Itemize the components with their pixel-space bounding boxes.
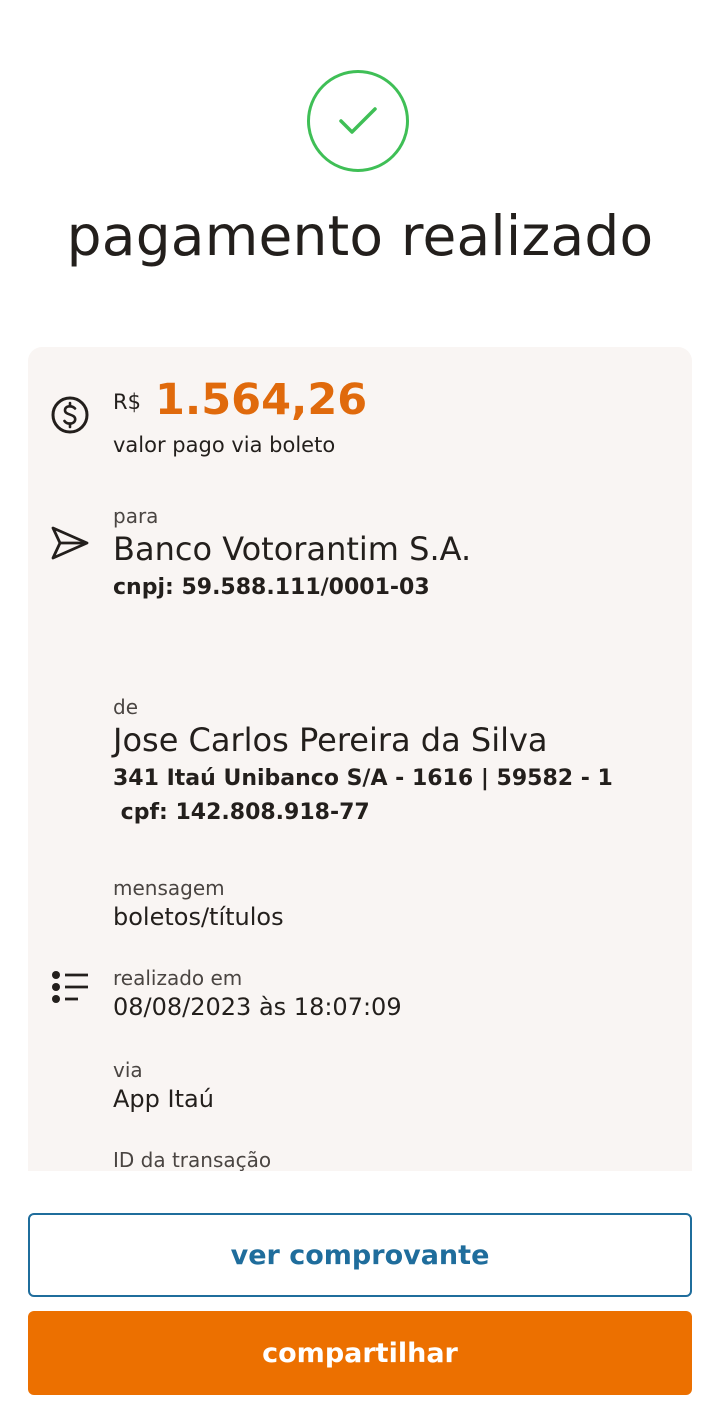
view-receipt-button[interactable]: ver comprovante <box>28 1213 692 1297</box>
payer-name: Jose Carlos Pereira da Silva <box>113 721 548 759</box>
dollar-icon <box>50 395 90 435</box>
date-value: 08/08/2023 às 18:07:09 <box>113 993 402 1021</box>
payer-account: 341 Itaú Unibanco S/A - 1616 | 59582 - 1 <box>113 766 613 791</box>
via-value: App Itaú <box>113 1085 214 1113</box>
message-label: mensagem <box>113 876 225 900</box>
transaction-id-label: ID da transação <box>113 1148 272 1171</box>
via-label: via <box>113 1058 143 1082</box>
checkmark-icon <box>339 107 377 134</box>
list-icon <box>50 967 90 1007</box>
payer-cpf: cpf: 142.808.918-77 <box>113 800 370 825</box>
date-label: realizado em <box>113 966 243 990</box>
check-circle-icon <box>307 70 409 172</box>
payment-amount: 1.564,26 <box>155 375 368 425</box>
amount-label: valor pago via boleto <box>113 433 336 457</box>
payer-label: de <box>113 695 138 719</box>
currency-symbol: R$ <box>113 390 141 414</box>
recipient-cnpj: cnpj: 59.588.111/0001-03 <box>113 575 430 600</box>
recipient-label: para <box>113 504 159 528</box>
recipient-name: Banco Votorantim S.A. <box>113 530 472 568</box>
send-icon <box>50 523 90 563</box>
page-title: pagamento realizado <box>66 204 654 268</box>
message-value: boletos/títulos <box>113 903 284 931</box>
payment-details-card: R$ 1.564,26 valor pago via boleto para B… <box>28 347 692 1171</box>
share-button[interactable]: compartilhar <box>28 1311 692 1395</box>
